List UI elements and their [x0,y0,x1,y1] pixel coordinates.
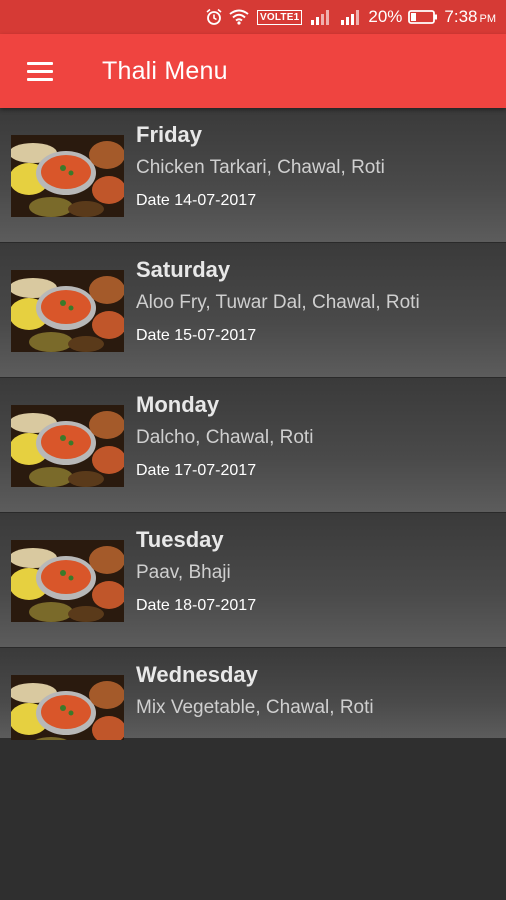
battery-percent: 20% [368,7,403,26]
thali-thumbnail [11,675,124,740]
clock-time: 7:38 [444,7,478,26]
menu-date: Date 18-07-2017 [136,597,257,614]
alarm-icon [205,8,223,26]
menu-items: Dalcho, Chawal, Roti [136,427,314,448]
menu-day: Tuesday [136,527,224,552]
status-bar: VOLTE1 20% 7:38 PM [0,0,506,34]
list-item[interactable]: Tuesday Paav, Bhaji Date 18-07-2017 [0,513,506,648]
battery-icon [408,9,438,25]
list-item[interactable]: Monday Dalcho, Chawal, Roti Date 17-07-2… [0,378,506,513]
signal-icon [308,8,332,26]
menu-day: Monday [136,392,220,417]
clock: 7:38 PM [444,7,496,27]
menu-date: Date 14-07-2017 [136,192,257,209]
thali-thumbnail [11,405,124,487]
hamburger-menu-icon [27,57,53,86]
hamburger-menu-button[interactable] [0,34,80,108]
app-bar: Thali Menu [0,34,506,108]
empty-area [0,740,506,900]
menu-list[interactable]: Friday Chicken Tarkari, Chawal, Roti Dat… [0,108,506,740]
menu-day: Wednesday [136,662,258,687]
thali-thumbnail [11,135,124,217]
menu-items: Paav, Bhaji [136,562,231,583]
list-item[interactable]: Friday Chicken Tarkari, Chawal, Roti Dat… [0,108,506,243]
page-title: Thali Menu [102,56,228,85]
clock-meridiem: PM [479,13,497,25]
menu-date: Date 15-07-2017 [136,327,257,344]
list-item[interactable]: Saturday Aloo Fry, Tuwar Dal, Chawal, Ro… [0,243,506,378]
menu-date: Date 17-07-2017 [136,462,257,479]
signal-icon [338,8,362,26]
volte-badge: VOLTE1 [257,9,303,25]
menu-day: Friday [136,122,203,147]
menu-items: Mix Vegetable, Chawal, Roti [136,697,374,718]
menu-items: Chicken Tarkari, Chawal, Roti [136,157,385,178]
thali-thumbnail [11,270,124,352]
menu-day: Saturday [136,257,231,282]
menu-items: Aloo Fry, Tuwar Dal, Chawal, Roti [136,292,420,313]
thali-thumbnail [11,540,124,622]
wifi-icon [229,9,249,25]
list-item[interactable]: Wednesday Mix Vegetable, Chawal, Roti [0,648,506,740]
